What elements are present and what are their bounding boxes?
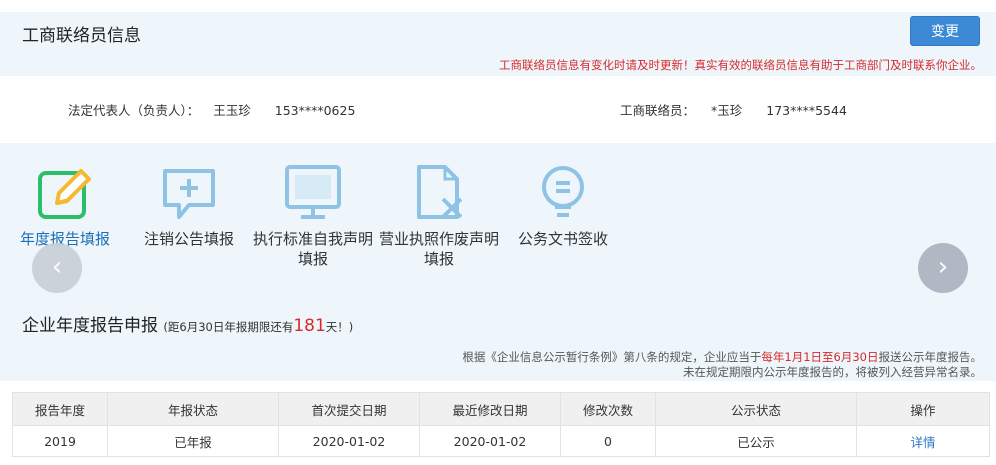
- details-link[interactable]: 详情: [856, 425, 990, 457]
- liaison-phone: 173****5544: [766, 103, 847, 118]
- action-cancel-notice[interactable]: 注销公告填报: [124, 163, 254, 249]
- cell-year: 2019: [12, 425, 108, 457]
- rule-deadline: 每年1月1日至6月30日: [761, 350, 879, 364]
- action-label: 执行标准自我声明填报: [252, 230, 373, 268]
- cell-first-submit: 2020-01-02: [278, 425, 420, 457]
- annual-report-title-text: 企业年度报告申报: [22, 316, 158, 336]
- legal-rep-phone: 153****0625: [274, 103, 356, 118]
- table-header-row: 报告年度 年报状态 首次提交日期 最近修改日期 修改次数 公示状态 操作: [12, 392, 990, 426]
- rule-line-2: 未在规定期限内公示年度报告的，将被列入经营异常名录。: [683, 365, 982, 379]
- action-license-void-declaration[interactable]: 营业执照作废声明填报: [374, 163, 504, 269]
- deadline-suffix: 天！): [325, 320, 354, 334]
- edit-icon: [38, 169, 91, 219]
- liaison-name: *玉珍: [711, 103, 743, 118]
- action-standard-declaration[interactable]: 执行标准自我声明填报: [248, 163, 378, 269]
- days-left: 181: [293, 316, 326, 336]
- liaison-info: 工商联络员： *玉珍 173****5544: [620, 100, 867, 119]
- rule-text: 报送公示年度报告。: [878, 350, 983, 364]
- deadline-prefix: (距6月30日年报期限还有: [163, 320, 294, 334]
- legal-rep-label: 法定代表人（负责人）：: [68, 103, 200, 118]
- rule-text: 根据《企业信息公示暂行条例》第八条的规定，企业应当于: [462, 350, 762, 364]
- cell-publish-status: 已公示: [655, 425, 857, 457]
- col-header: 公示状态: [655, 392, 857, 426]
- action-label: 公务文书签收: [517, 230, 608, 248]
- annual-report-table: 报告年度 年报状态 首次提交日期 最近修改日期 修改次数 公示状态 操作 201…: [12, 392, 990, 457]
- cell-modify-count: 0: [560, 425, 656, 457]
- liaison-label: 工商联络员：: [620, 103, 696, 118]
- cell-status: 已年报: [107, 425, 279, 457]
- annual-report-title: 企业年度报告申报 (距6月30日年报期限还有181天！): [22, 311, 353, 336]
- col-header: 首次提交日期: [278, 392, 420, 426]
- carousel-next-button[interactable]: ›: [918, 243, 968, 293]
- col-header: 报告年度: [12, 392, 108, 426]
- col-header: 年报状态: [107, 392, 279, 426]
- action-label: 营业执照作废声明填报: [378, 230, 499, 268]
- legal-rep-name: 王玉珍: [213, 103, 251, 118]
- change-button[interactable]: 变更: [910, 16, 980, 46]
- chat-plus-icon: [163, 169, 215, 219]
- col-header: 最近修改日期: [419, 392, 561, 426]
- cell-last-modified: 2020-01-02: [419, 425, 561, 457]
- col-header: 操作: [856, 392, 990, 426]
- action-label: 注销公告填报: [143, 230, 234, 248]
- rule-line-1: 根据《企业信息公示暂行条例》第八条的规定，企业应当于每年1月1日至6月30日报送…: [462, 349, 982, 365]
- col-header: 修改次数: [560, 392, 656, 426]
- contact-title: 工商联络员信息: [22, 26, 141, 46]
- action-document-receipt[interactable]: 公务文书签收: [498, 163, 628, 249]
- document-x-icon: [417, 165, 463, 219]
- table-row: 2019 已年报 2020-01-02 2020-01-02 0 已公示 详情: [12, 425, 990, 457]
- bulb-icon: [542, 166, 584, 217]
- action-annual-report[interactable]: 年度报告填报: [0, 163, 130, 249]
- carousel-prev-button[interactable]: ‹: [32, 243, 82, 293]
- quick-actions-carousel: 年度报告填报 注销公告填报 执行标准自我声明填报 营业执照作废声明填报 公务文书…: [0, 143, 996, 299]
- monitor-icon: [285, 165, 341, 219]
- legal-rep-info: 法定代表人（负责人）： 王玉珍 153****0625: [68, 100, 375, 119]
- contact-notice: 工商联络员信息有变化时请及时更新！真实有效的联络员信息有助于工商部门及时联系你企…: [499, 58, 982, 72]
